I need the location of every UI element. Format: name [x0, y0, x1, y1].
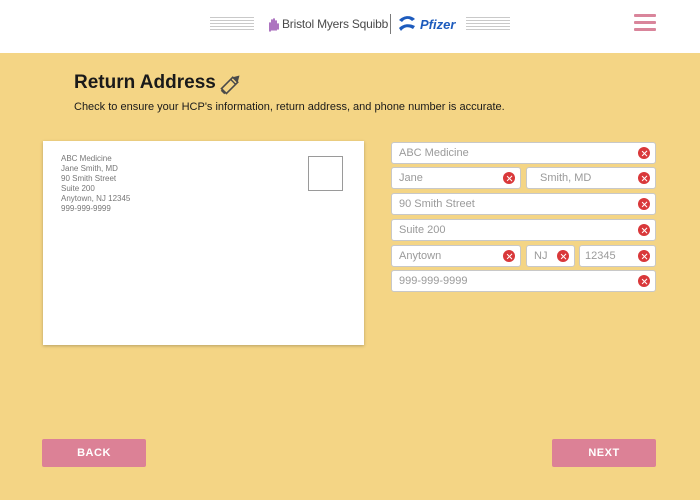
decorative-stripes-left [210, 17, 254, 31]
envelope-line-name: Jane Smith, MD [61, 164, 118, 173]
menu-bar [634, 14, 656, 17]
logo-divider [390, 14, 391, 34]
envelope-line-suite: Suite 200 [61, 184, 95, 193]
pfizer-helix-icon [399, 16, 415, 31]
bms-logo-text: Bristol Myers Squibb [282, 17, 389, 31]
zip-field [579, 245, 656, 267]
next-button[interactable]: NEXT [552, 439, 656, 467]
suite-input[interactable] [392, 220, 655, 240]
phone-input[interactable] [392, 271, 655, 291]
practice-field [391, 142, 656, 164]
clear-x-icon[interactable] [638, 224, 650, 236]
pfizer-logo: Pfizer [396, 12, 455, 36]
first-name-field [391, 167, 521, 189]
pencil-icon[interactable] [217, 70, 245, 98]
menu-bar [634, 21, 656, 24]
envelope-line-city: Anytown, NJ 12345 [61, 194, 131, 203]
last-name-field [526, 167, 656, 189]
clear-x-icon[interactable] [638, 275, 650, 287]
brand-logos: Bristol Myers Squibb Pfizer [210, 12, 510, 36]
bms-hand-icon [269, 17, 279, 32]
clear-x-icon[interactable] [557, 250, 569, 262]
street-input[interactable] [392, 194, 655, 214]
envelope-line-phone: 999-999-9999 [61, 204, 111, 213]
clear-x-icon[interactable] [503, 172, 515, 184]
menu-bar [634, 28, 656, 31]
clear-x-icon[interactable] [638, 147, 650, 159]
clear-x-icon[interactable] [638, 198, 650, 210]
clear-x-icon[interactable] [503, 250, 515, 262]
first-name-input[interactable] [392, 168, 520, 188]
state-field [526, 245, 575, 267]
pfizer-logo-text: Pfizer [420, 16, 456, 32]
phone-field [391, 270, 656, 292]
app-header: Bristol Myers Squibb Pfizer [0, 0, 700, 53]
envelope-line-practice: ABC Medicine [61, 154, 112, 163]
clear-x-icon[interactable] [638, 172, 650, 184]
hamburger-menu-icon[interactable] [634, 14, 656, 32]
decorative-stripes-right [466, 17, 510, 31]
city-field [391, 245, 521, 267]
back-button[interactable]: BACK [42, 439, 146, 467]
practice-input[interactable] [392, 143, 655, 163]
city-input[interactable] [392, 246, 520, 266]
street-field [391, 193, 656, 215]
envelope-preview: ABC Medicine Jane Smith, MD 90 Smith Str… [43, 141, 364, 345]
clear-x-icon[interactable] [638, 250, 650, 262]
envelope-line-street: 90 Smith Street [61, 174, 117, 183]
envelope-return-address: ABC Medicine Jane Smith, MD 90 Smith Str… [61, 154, 130, 214]
stamp-placeholder [308, 156, 343, 191]
last-name-input[interactable] [527, 168, 655, 188]
page-title: Return Address [74, 72, 216, 93]
instructions-text: Check to ensure your HCP's information, … [74, 101, 505, 113]
bms-logo: Bristol Myers Squibb [268, 15, 388, 33]
suite-field [391, 219, 656, 241]
